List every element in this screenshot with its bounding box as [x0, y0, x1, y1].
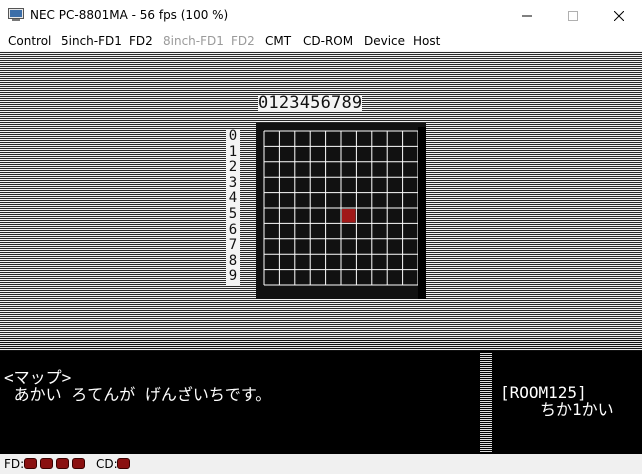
map-row-label: 0 [226, 128, 240, 145]
map-row-label: 3 [226, 175, 240, 192]
map-row-label: 8 [226, 253, 240, 270]
menu-8inch-fd2[interactable]: FD2 [231, 34, 255, 48]
menu-5inch-fd2[interactable]: FD2 [129, 34, 153, 48]
app-icon [8, 8, 24, 21]
map-row-label: 9 [226, 269, 240, 285]
menu-bar: Control 5inch-FD1 FD2 8inch-FD1 FD2 CMT … [0, 31, 642, 51]
status-bar: FD: CD: [0, 454, 642, 474]
map-row-label: 2 [226, 160, 240, 176]
close-button[interactable] [596, 0, 642, 31]
map-column-labels: 0123456789 [258, 93, 363, 113]
fd-access-led [40, 458, 53, 469]
close-icon [614, 10, 624, 21]
map-row-label: 6 [226, 222, 240, 239]
menu-control[interactable]: Control [8, 34, 51, 48]
maximize-button[interactable] [550, 0, 596, 31]
dungeon-map [256, 123, 426, 299]
menu-host[interactable]: Host [413, 34, 440, 48]
map-grid [256, 123, 426, 299]
menu-8inch-fd1[interactable]: 8inch-FD1 [163, 34, 224, 48]
map-row-label: 5 [226, 206, 240, 223]
minimize-icon [522, 15, 532, 16]
title-bar[interactable]: NEC PC-8801MA - 56 fps (100 %) [0, 0, 642, 31]
cd-access-led [117, 458, 130, 469]
minimize-button[interactable] [504, 0, 550, 31]
cd-label: CD: [96, 457, 118, 471]
message-text: あかい ろてんが げんざいちです。 [4, 385, 272, 404]
fd-label: FD: [4, 457, 25, 471]
map-row-label: 4 [226, 191, 240, 207]
menu-device[interactable]: Device [364, 34, 405, 48]
menu-cmt[interactable]: CMT [265, 34, 291, 48]
room-floor: ちか1かい [540, 400, 614, 419]
menu-cd-rom[interactable]: CD-ROM [303, 34, 353, 48]
scanline-band [0, 337, 642, 351]
fd-access-led [56, 458, 69, 469]
menu-5inch-fd1[interactable]: 5inch-FD1 [61, 34, 122, 48]
panel-divider [480, 353, 492, 453]
map-row-label: 1 [226, 144, 240, 161]
current-position-marker [342, 209, 356, 223]
window-title: NEC PC-8801MA - 56 fps (100 %) [30, 8, 229, 22]
maximize-icon [568, 10, 578, 21]
fd-access-led [24, 458, 37, 469]
map-frame-shadow [418, 127, 426, 299]
map-row-label: 7 [226, 238, 240, 254]
emulator-screen[interactable]: 0123456789 0 1 2 3 4 5 6 7 8 9 <マップ> あかい… [0, 51, 642, 454]
map-row-labels: 0 1 2 3 4 5 6 7 8 9 [226, 128, 240, 285]
fd-access-led [72, 458, 85, 469]
